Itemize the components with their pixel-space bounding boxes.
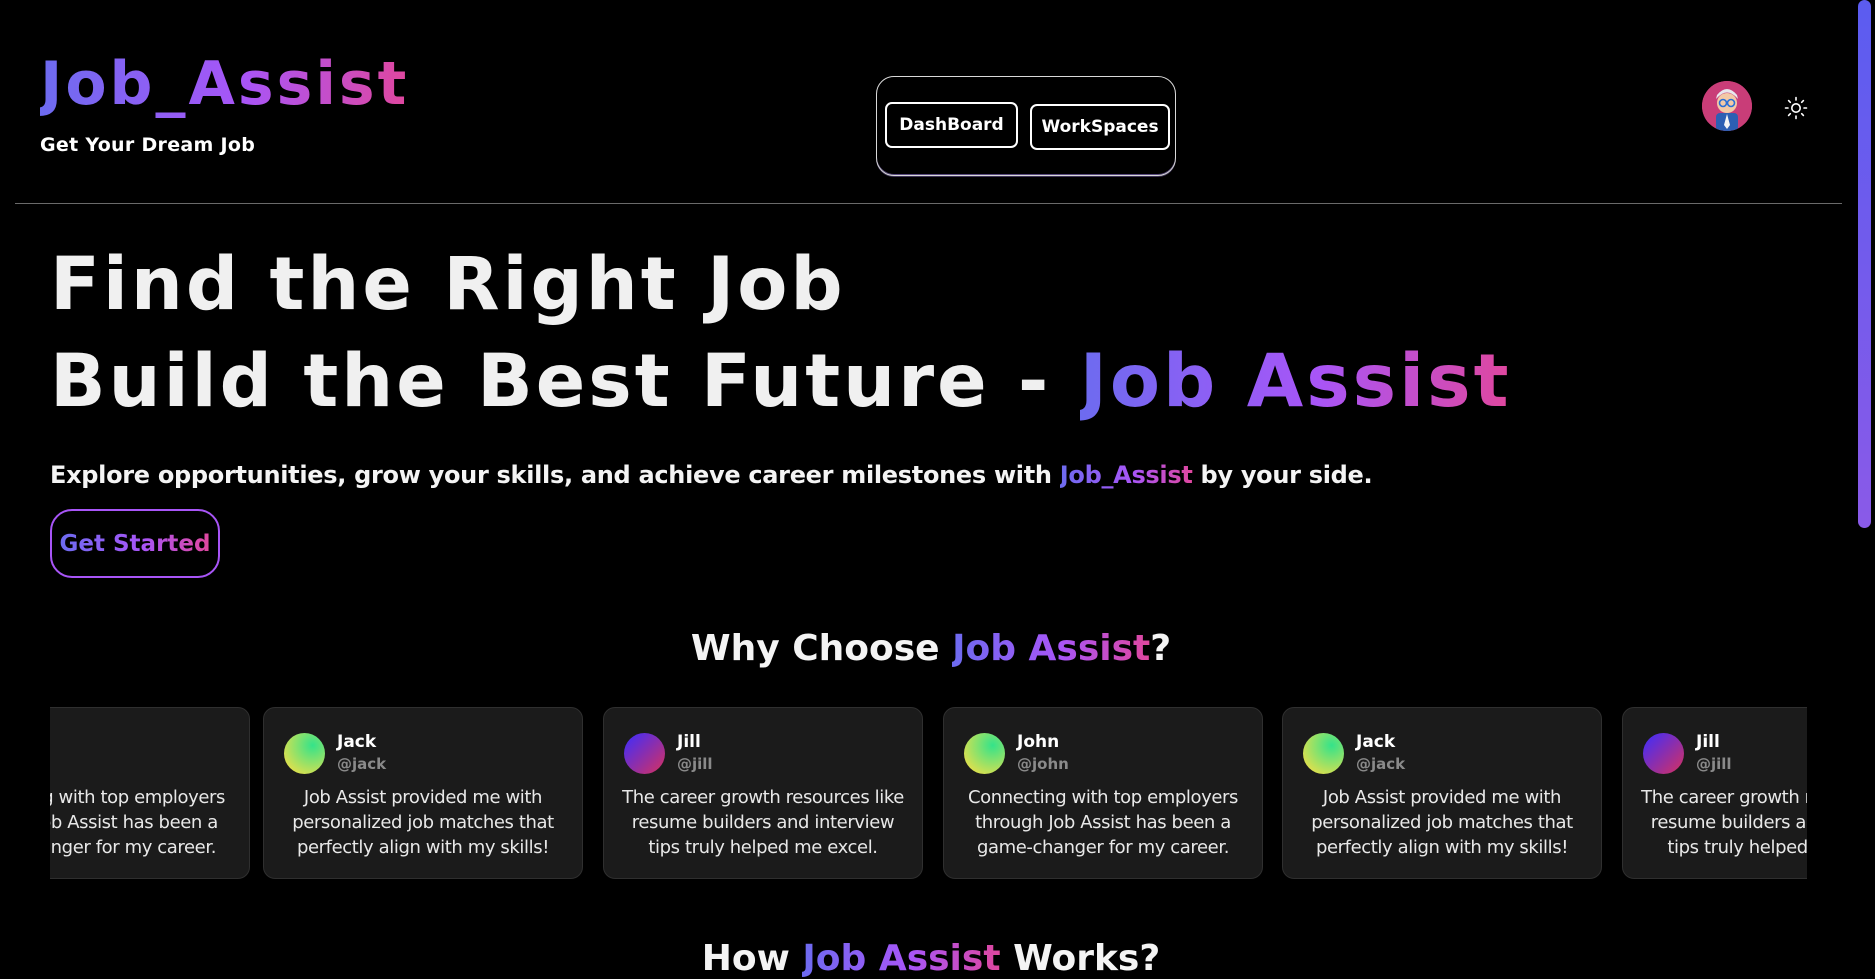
nav-container: DashBoard WorkSpaces <box>876 76 1176 176</box>
user-avatar <box>284 733 325 774</box>
header-divider <box>15 203 1842 204</box>
testimonial-quote: Job Assist provided me with personalized… <box>1311 787 1573 858</box>
get-started-button[interactable]: Get Started <box>50 509 220 578</box>
testimonial-handle: @jack <box>1356 755 1406 773</box>
testimonial-quote: Job Assist provided me with personalized… <box>292 787 554 858</box>
how-it-works-heading: How Job Assist Works? <box>0 938 1862 979</box>
brand-title[interactable]: Job_Assist <box>40 48 409 120</box>
brand-tagline: Get Your Dream Job <box>40 134 256 156</box>
scrollbar-thumb[interactable] <box>1858 0 1871 528</box>
testimonial-handle: @jill <box>1696 755 1732 773</box>
testimonial-card: John @john Connecting with top employers… <box>943 707 1263 879</box>
testimonial-card: Jill @jill The career growth resources l… <box>1622 707 1807 879</box>
hero-heading-line1: Find the Right Job <box>50 242 846 327</box>
why-suffix: ? <box>1150 628 1172 669</box>
testimonial-handle: @jill <box>677 755 713 773</box>
get-started-label: Get Started <box>59 530 211 557</box>
user-avatar <box>1643 733 1684 774</box>
how-suffix: Works? <box>1000 938 1161 979</box>
sun-icon[interactable] <box>1784 96 1808 120</box>
why-choose-heading: Why Choose Job Assist? <box>0 628 1862 669</box>
user-avatar <box>1303 733 1344 774</box>
testimonial-card: Jill @jill The career growth resources l… <box>603 707 923 879</box>
testimonial-quote: The career growth resources like resume … <box>1641 787 1807 858</box>
testimonial-name: John <box>1017 732 1060 752</box>
testimonial-card: Jack @jack Job Assist provided me with p… <box>1282 707 1602 879</box>
testimonial-name: Jack <box>337 732 377 752</box>
dashboard-button[interactable]: DashBoard <box>885 102 1018 148</box>
testimonial-quote: The career growth resources like resume … <box>622 787 904 858</box>
hero-heading-line2: Build the Best Future - Job Assist <box>50 337 1511 427</box>
testimonial-quote: Connecting with top employers through Jo… <box>967 787 1239 858</box>
testimonial-name: Jack <box>1356 732 1396 752</box>
subtitle-highlight: Job_Assist <box>1059 461 1193 489</box>
workspaces-button[interactable]: WorkSpaces <box>1030 104 1170 150</box>
testimonial-carousel: Connecting with top employers through Jo… <box>50 707 1807 882</box>
subtitle-prefix: Explore opportunities, grow your skills,… <box>50 461 1060 489</box>
avatar-icon <box>1702 81 1752 131</box>
user-avatar <box>624 733 665 774</box>
hero-line2-prefix: Build the Best Future - <box>50 339 1080 424</box>
hero-line2-highlight: Job Assist <box>1079 339 1512 424</box>
hero-subtitle: Explore opportunities, grow your skills,… <box>50 461 1373 489</box>
user-avatar <box>964 733 1005 774</box>
testimonial-handle: @john <box>1017 755 1069 773</box>
why-highlight: Job Assist <box>952 628 1151 669</box>
testimonial-handle: @jack <box>337 755 387 773</box>
subtitle-suffix: by your side. <box>1192 461 1373 489</box>
profile-avatar[interactable] <box>1702 81 1752 131</box>
testimonial-card: Jack @jack Job Assist provided me with p… <box>263 707 583 879</box>
testimonial-card: Connecting with top employers through Jo… <box>50 707 250 879</box>
testimonial-quote: Connecting with top employers through Jo… <box>50 787 226 858</box>
how-highlight: Job Assist <box>802 938 1001 979</box>
how-prefix: How <box>701 938 803 979</box>
why-prefix: Why Choose <box>690 628 953 669</box>
testimonial-name: Jill <box>1696 732 1720 752</box>
testimonial-name: Jill <box>677 732 701 752</box>
brand: Job_Assist Get Your Dream Job <box>40 48 409 156</box>
